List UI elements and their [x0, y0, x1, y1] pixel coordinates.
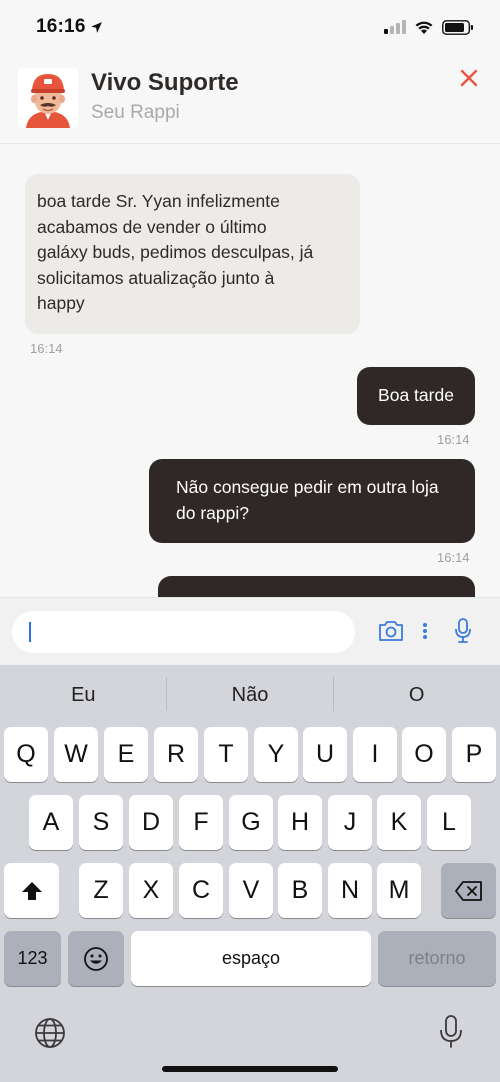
avatar: [18, 68, 78, 128]
chat-subtitle: Seu Rappi: [91, 102, 180, 123]
key-o[interactable]: O: [402, 727, 446, 782]
space-key[interactable]: espaço: [131, 931, 371, 986]
key-l[interactable]: L: [427, 795, 471, 850]
more-vertical-icon: [423, 623, 427, 639]
suggestion-item[interactable]: Não: [167, 665, 334, 725]
message-line: Boa tarde: [378, 385, 454, 405]
home-indicator[interactable]: [162, 1066, 338, 1072]
ios-keyboard: Eu Não O Q W E R T Y U I O P A S D F G H…: [0, 665, 500, 1082]
dictation-microphone-icon: [440, 1015, 462, 1048]
key-a[interactable]: A: [29, 795, 73, 850]
key-q[interactable]: Q: [4, 727, 48, 782]
globe-button[interactable]: [32, 1015, 68, 1051]
message-timestamp: 16:14: [437, 432, 470, 447]
cellular-signal-icon: [384, 20, 406, 34]
suggestion-item[interactable]: Eu: [0, 665, 167, 725]
key-w[interactable]: W: [54, 727, 98, 782]
battery-icon: [442, 19, 473, 35]
message-line: galáxy buds, pedimos desculpas, já: [37, 242, 314, 262]
globe-icon: [35, 1018, 65, 1048]
support-agent-avatar-icon: [18, 68, 78, 128]
close-button[interactable]: [454, 63, 484, 93]
message-line: acabamos de vender o último: [37, 216, 267, 237]
outgoing-message-bubble-partial: [158, 576, 475, 597]
key-d[interactable]: D: [129, 795, 173, 850]
close-icon: [460, 69, 478, 87]
key-v[interactable]: V: [229, 863, 273, 918]
chat-header: Vivo Suporte Seu Rappi: [0, 54, 500, 144]
message-list[interactable]: boa tarde Sr. Yyan infelizmente acabamos…: [0, 145, 500, 597]
key-t[interactable]: T: [204, 727, 248, 782]
status-bar: 16:16: [0, 0, 500, 54]
key-u[interactable]: U: [303, 727, 347, 782]
message-line: do rappi?: [176, 502, 249, 523]
message-input[interactable]: [12, 611, 355, 653]
shift-arrow-icon: [21, 881, 42, 900]
key-z[interactable]: Z: [79, 863, 123, 918]
suggestion-item[interactable]: O: [333, 665, 500, 725]
outgoing-message-bubble: Não consegue pedir em outra loja do rapp…: [149, 459, 475, 543]
suggestion-divider: [333, 677, 334, 711]
status-time-text: 16:16: [36, 16, 86, 37]
key-g[interactable]: G: [229, 795, 273, 850]
emoji-icon: [84, 946, 108, 971]
message-composer: [0, 597, 500, 665]
message-line: happy: [37, 293, 85, 313]
message-line: solicitamos atualização junto à: [37, 267, 275, 288]
key-p[interactable]: P: [452, 727, 496, 782]
incoming-message-bubble: boa tarde Sr. Yyan infelizmente acabamos…: [25, 174, 360, 334]
key-r[interactable]: R: [154, 727, 198, 782]
camera-button[interactable]: [377, 615, 405, 647]
key-e[interactable]: E: [104, 727, 148, 782]
message-timestamp: 16:14: [30, 341, 63, 356]
message-line: boa tarde Sr. Yyan infelizmente: [37, 191, 280, 211]
emoji-key[interactable]: [68, 931, 124, 986]
backspace-icon: [454, 880, 482, 901]
key-h[interactable]: H: [278, 795, 322, 850]
voice-message-button[interactable]: [451, 615, 475, 647]
location-arrow-icon: [90, 21, 102, 33]
key-s[interactable]: S: [79, 795, 123, 850]
dictation-button[interactable]: [436, 1013, 466, 1051]
key-b[interactable]: B: [278, 863, 322, 918]
wifi-icon: [415, 21, 433, 34]
return-key[interactable]: retorno: [378, 931, 496, 986]
key-m[interactable]: M: [377, 863, 421, 918]
key-y[interactable]: Y: [254, 727, 298, 782]
outgoing-message-bubble: Boa tarde: [357, 367, 475, 425]
more-options-button[interactable]: [418, 615, 432, 647]
key-f[interactable]: F: [179, 795, 223, 850]
chat-title: Vivo Suporte: [91, 69, 239, 96]
numbers-key[interactable]: 123: [4, 931, 61, 986]
key-c[interactable]: C: [179, 863, 223, 918]
message-timestamp: 16:14: [437, 550, 470, 565]
backspace-key[interactable]: [441, 863, 496, 918]
predictive-suggestions-bar: Eu Não O: [0, 665, 500, 725]
key-i[interactable]: I: [353, 727, 397, 782]
camera-icon: [379, 621, 403, 641]
message-line: Não consegue pedir em outra loja: [176, 477, 439, 497]
key-n[interactable]: N: [328, 863, 372, 918]
text-cursor: [29, 622, 31, 642]
key-k[interactable]: K: [377, 795, 421, 850]
key-x[interactable]: X: [129, 863, 173, 918]
microphone-icon: [455, 618, 471, 643]
key-j[interactable]: J: [328, 795, 372, 850]
suggestion-divider: [166, 677, 167, 711]
status-time: 16:16: [36, 16, 103, 38]
status-icons: [384, 19, 474, 35]
shift-key[interactable]: [4, 863, 59, 918]
